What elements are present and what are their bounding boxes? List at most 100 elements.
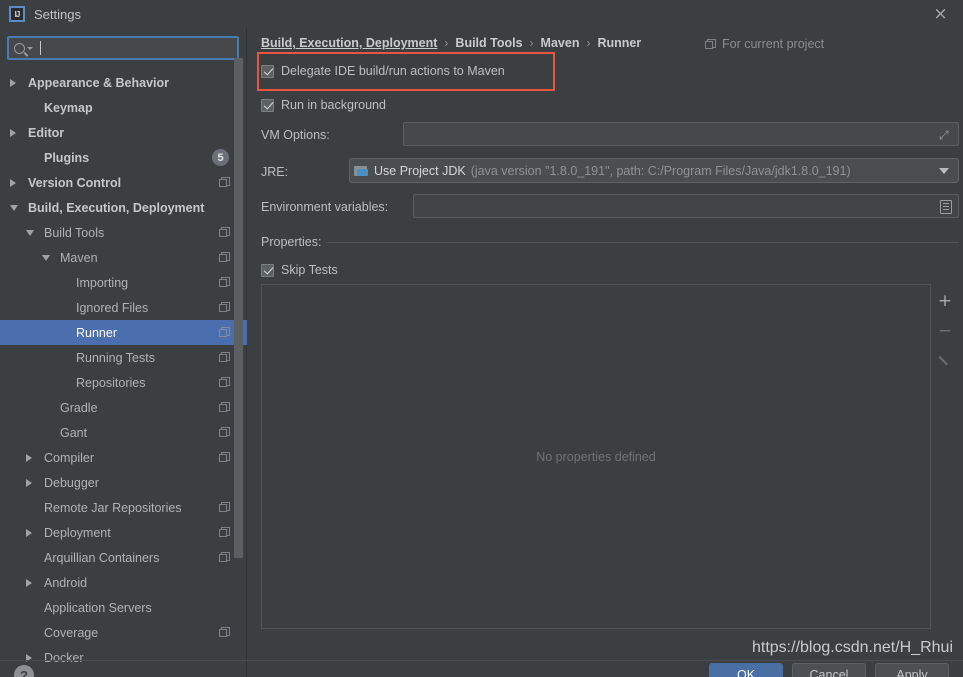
sidebar-item-application-servers[interactable]: Application Servers (0, 595, 247, 620)
run-in-background-checkbox-row[interactable]: Run in background (261, 98, 386, 112)
chevron-right-icon[interactable] (10, 78, 16, 87)
skip-tests-checkbox-row[interactable]: Skip Tests (261, 263, 338, 277)
footer-divider (0, 660, 963, 661)
sidebar-item-coverage[interactable]: Coverage (0, 620, 247, 645)
add-property-button[interactable]: + (932, 288, 958, 314)
breadcrumb-item[interactable]: Build, Execution, Deployment (261, 36, 437, 50)
chevron-right-icon[interactable] (10, 178, 16, 187)
sidebar-item-build-execution-deployment[interactable]: Build, Execution, Deployment (0, 195, 247, 220)
chevron-down-icon[interactable] (10, 204, 18, 211)
chevron-right-icon[interactable] (26, 478, 32, 487)
plugins-update-badge: 5 (212, 149, 229, 166)
environment-variables-input[interactable] (413, 194, 959, 218)
apply-button[interactable]: Apply (875, 663, 949, 677)
chevron-down-icon[interactable] (26, 229, 34, 236)
list-icon[interactable] (940, 200, 952, 214)
sidebar-item-repositories[interactable]: Repositories (0, 370, 247, 395)
remove-property-button[interactable]: − (932, 318, 958, 344)
sidebar-item-version-control[interactable]: Version Control (0, 170, 247, 195)
sidebar-item-ignored-files[interactable]: Ignored Files (0, 295, 247, 320)
copy-settings-icon[interactable] (219, 277, 230, 288)
copy-settings-icon[interactable] (219, 427, 230, 438)
delegate-build-checkbox[interactable] (261, 64, 274, 78)
sidebar-item-label: Build Tools (44, 225, 105, 240)
properties-section-title: Properties: (261, 235, 322, 249)
chevron-down-icon[interactable] (939, 167, 949, 174)
edit-property-button[interactable] (932, 348, 958, 374)
copy-settings-icon[interactable] (219, 627, 230, 638)
sidebar-item-debugger[interactable]: Debugger (0, 470, 247, 495)
search-input[interactable] (7, 36, 239, 60)
section-divider (326, 242, 959, 243)
sidebar-item-plugins[interactable]: Plugins 5 (0, 145, 247, 170)
copy-settings-icon[interactable] (219, 502, 230, 513)
chevron-right-icon[interactable] (26, 578, 32, 587)
sidebar-item-label: Deployment (44, 525, 111, 540)
chevron-right-icon[interactable] (26, 453, 32, 462)
breadcrumb-item[interactable]: Runner (597, 36, 641, 50)
scope-indicator: For current project (705, 37, 824, 51)
sidebar-item-keymap[interactable]: Keymap (0, 95, 247, 120)
delegate-build-checkbox-row[interactable]: Delegate IDE build/run actions to Maven (261, 64, 505, 78)
sidebar-item-editor[interactable]: Editor (0, 120, 247, 145)
title-bar: IJ Settings × (0, 0, 963, 28)
copy-settings-icon[interactable] (219, 552, 230, 563)
sidebar-item-label: Importing (76, 275, 129, 290)
copy-settings-icon[interactable] (219, 527, 230, 538)
expand-icon[interactable]: ⤢ (939, 129, 951, 141)
skip-tests-checkbox[interactable] (261, 263, 274, 277)
copy-settings-icon[interactable] (219, 252, 230, 263)
breadcrumb-item[interactable]: Build Tools (455, 36, 522, 50)
sidebar-item-maven[interactable]: Maven (0, 245, 247, 270)
cancel-button[interactable]: Cancel (792, 663, 866, 677)
copy-settings-icon[interactable] (219, 402, 230, 413)
sidebar-item-label: Plugins (44, 150, 90, 165)
chevron-right-icon[interactable] (26, 528, 32, 537)
sidebar-item-importing[interactable]: Importing (0, 270, 247, 295)
sidebar-item-gradle[interactable]: Gradle (0, 395, 247, 420)
sidebar-item-arquillian-containers[interactable]: Arquillian Containers (0, 545, 247, 570)
sidebar-item-android[interactable]: Android (0, 570, 247, 595)
sidebar-item-running-tests[interactable]: Running Tests (0, 345, 247, 370)
settings-tree[interactable]: Appearance & Behavior Keymap Editor Plugins… (0, 70, 247, 670)
project-scope-icon (705, 38, 716, 50)
run-in-background-checkbox[interactable] (261, 98, 274, 112)
vm-options-input[interactable]: ⤢ (403, 122, 959, 146)
breadcrumb-separator: › (586, 36, 591, 50)
sidebar-scrollbar[interactable] (234, 58, 243, 558)
ok-button[interactable]: OK (709, 663, 783, 677)
text-cursor (40, 41, 41, 55)
sidebar-item-appearance-behavior[interactable]: Appearance & Behavior (0, 70, 247, 95)
jre-dropdown[interactable]: Use Project JDK (java version "1.8.0_191… (349, 158, 959, 183)
sidebar-item-remote-jar-repositories[interactable]: Remote Jar Repositories (0, 495, 247, 520)
sidebar-item-docker[interactable]: Docker (0, 645, 247, 670)
sidebar-item-runner[interactable]: Runner (0, 320, 247, 345)
copy-settings-icon[interactable] (219, 327, 230, 338)
sidebar-item-deployment[interactable]: Deployment (0, 520, 247, 545)
chevron-right-icon[interactable] (10, 128, 16, 137)
sidebar-item-label: Editor (28, 125, 65, 140)
copy-settings-icon[interactable] (219, 452, 230, 463)
breadcrumb-item[interactable]: Maven (541, 36, 580, 50)
sidebar-item-label: Coverage (44, 625, 99, 640)
copy-settings-icon[interactable] (219, 227, 230, 238)
sidebar-item-label: Version Control (28, 175, 122, 190)
vm-options-label: VM Options: (261, 128, 330, 142)
sidebar-item-gant[interactable]: Gant (0, 420, 247, 445)
copy-settings-icon[interactable] (219, 352, 230, 363)
chevron-down-icon[interactable] (42, 254, 50, 261)
copy-settings-icon[interactable] (219, 302, 230, 313)
run-in-background-label: Run in background (281, 98, 386, 112)
jdk-folder-icon (354, 165, 369, 177)
sidebar-item-label: Keymap (44, 100, 93, 115)
sidebar-item-label: Repositories (76, 375, 146, 390)
close-icon[interactable]: × (918, 0, 963, 28)
chevron-down-icon[interactable] (27, 46, 33, 50)
sidebar-item-build-tools[interactable]: Build Tools (0, 220, 247, 245)
skip-tests-label: Skip Tests (281, 263, 338, 277)
copy-settings-icon[interactable] (219, 177, 230, 188)
sidebar-item-label: Gant (60, 425, 88, 440)
sidebar-item-compiler[interactable]: Compiler (0, 445, 247, 470)
properties-list[interactable]: No properties defined (261, 284, 931, 629)
copy-settings-icon[interactable] (219, 377, 230, 388)
